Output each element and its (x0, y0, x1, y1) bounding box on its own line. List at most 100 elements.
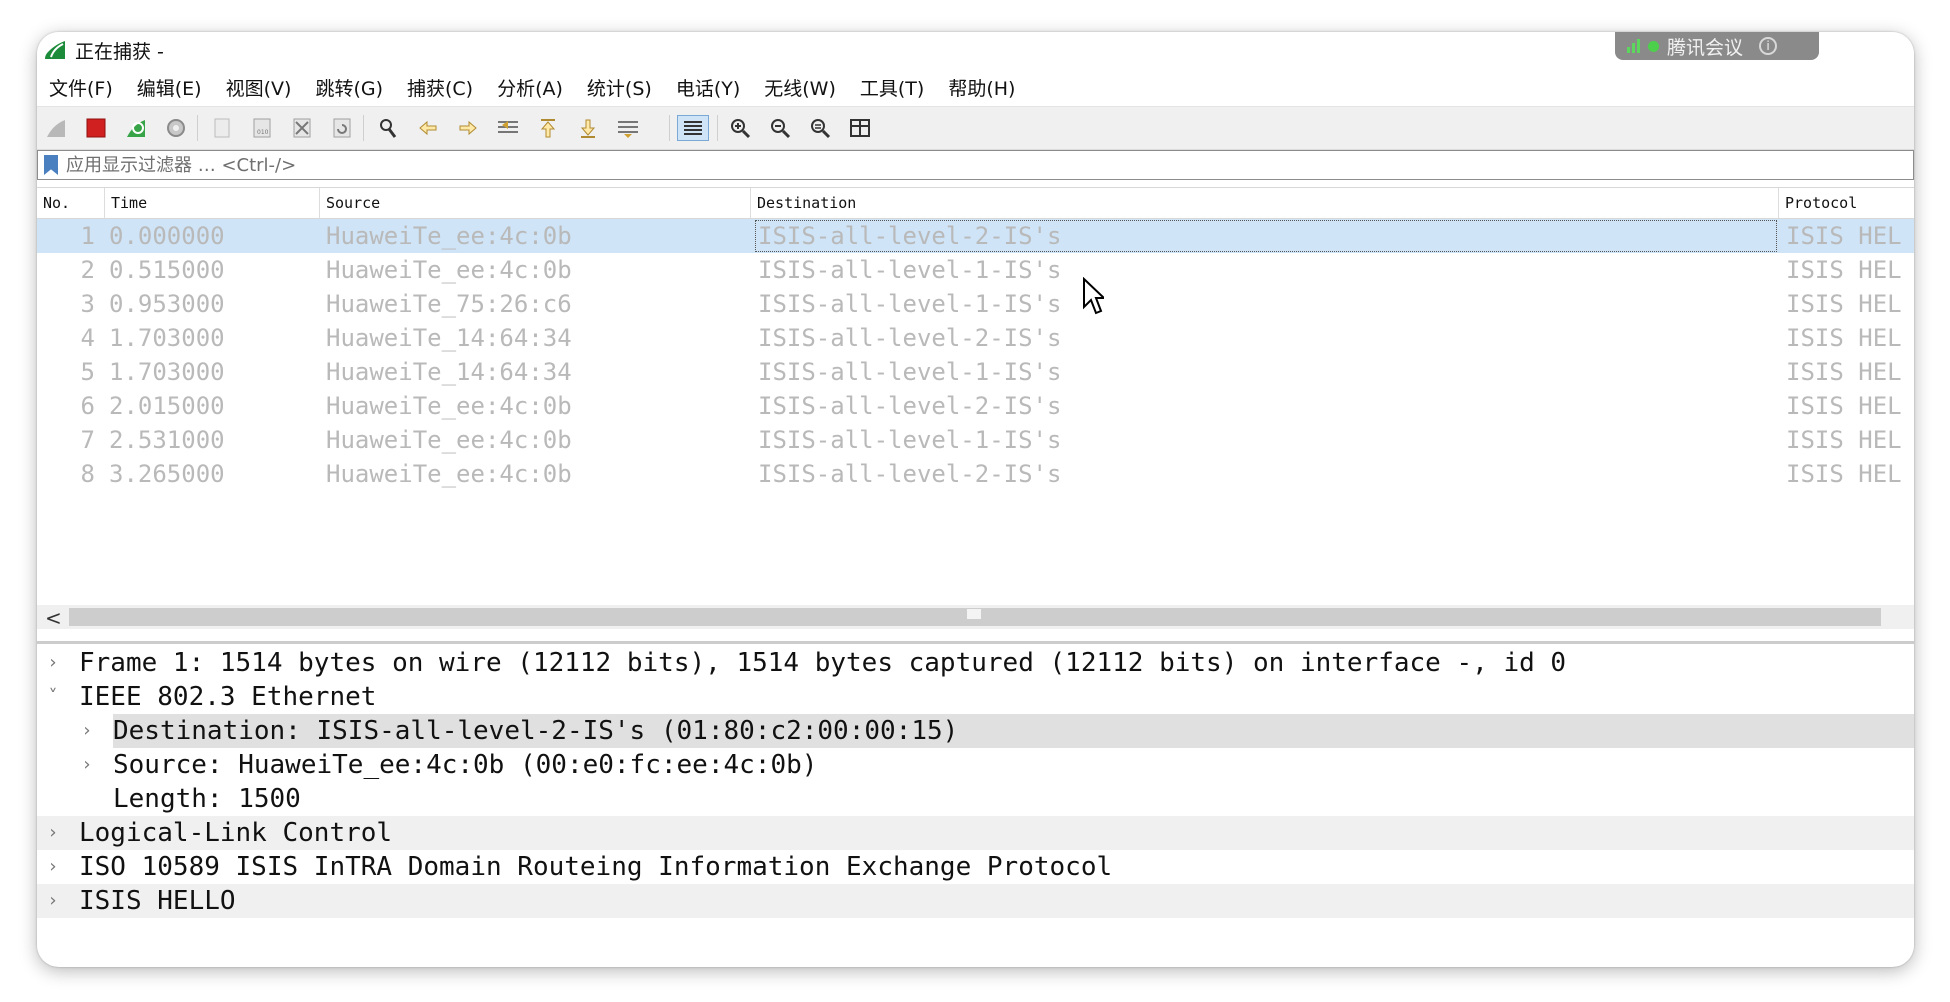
menu-wireless[interactable]: 无线(W) (764, 74, 836, 101)
cell-no: 7 (80, 426, 95, 454)
collapse-arrow-icon[interactable]: ˅ (45, 680, 61, 714)
column-header-source[interactable]: Source (320, 188, 751, 218)
cell-time: 0.953000 (109, 290, 225, 318)
save-file-icon[interactable]: 010 (249, 115, 275, 141)
packet-row[interactable]: 7 2.531000 HuaweiTe_ee:4c:0b ISIS-all-le… (37, 423, 1914, 457)
packet-row[interactable]: 6 2.015000 HuaweiTe_ee:4c:0b ISIS-all-le… (37, 389, 1914, 423)
tree-item-llc[interactable]: › Logical-Link Control (37, 816, 1914, 850)
tree-item-iso10589[interactable]: › ISO 10589 ISIS InTRA Domain Routeing I… (37, 850, 1914, 884)
tree-item-label: Length: 1500 (113, 784, 301, 814)
meeting-badge[interactable]: 腾讯会议 i (1615, 32, 1819, 60)
tree-item-length[interactable]: Length: 1500 (37, 782, 1914, 816)
bookmark-icon[interactable] (44, 155, 58, 175)
tree-item-destination[interactable]: › Destination: ISIS-all-level-2-IS's (01… (83, 714, 1914, 748)
cell-protocol: ISIS HEL (1786, 222, 1902, 250)
tree-item-source[interactable]: › Source: HuaweiTe_ee:4c:0b (00:e0:fc:ee… (37, 748, 1914, 782)
packet-row[interactable]: 2 0.515000 HuaweiTe_ee:4c:0b ISIS-all-le… (37, 253, 1914, 287)
go-to-packet-icon[interactable] (495, 115, 521, 141)
cell-protocol: ISIS HEL (1786, 324, 1902, 352)
column-header-no[interactable]: No. (37, 188, 105, 218)
menu-tools[interactable]: 工具(T) (860, 74, 924, 101)
cell-destination: ISIS-all-level-2-IS's (758, 460, 1062, 488)
expand-arrow-icon[interactable]: › (45, 884, 61, 918)
zoom-normal-icon[interactable] (807, 115, 833, 141)
menu-go[interactable]: 跳转(G) (315, 74, 383, 101)
zoom-in-icon[interactable] (727, 115, 753, 141)
cell-source: HuaweiTe_14:64:34 (326, 358, 572, 386)
packet-row[interactable]: 1 0.000000 HuaweiTe_ee:4c:0b ISIS-all-le… (37, 219, 1914, 253)
expand-arrow-icon[interactable]: › (45, 816, 61, 850)
cell-source: HuaweiTe_ee:4c:0b (326, 460, 572, 488)
horizontal-scrollbar[interactable]: < (37, 605, 1914, 630)
packet-row[interactable]: 8 3.265000 HuaweiTe_ee:4c:0b ISIS-all-le… (37, 457, 1914, 491)
cell-no: 4 (80, 324, 95, 352)
cell-no: 6 (80, 392, 95, 420)
autoscroll-icon[interactable] (615, 115, 641, 141)
cell-destination: ISIS-all-level-1-IS's (758, 256, 1062, 284)
wireshark-fin-icon (45, 41, 65, 59)
cell-source: HuaweiTe_ee:4c:0b (326, 426, 572, 454)
expand-arrow-icon[interactable]: › (45, 850, 61, 884)
close-file-icon[interactable] (289, 115, 315, 141)
resize-columns-icon[interactable] (847, 115, 873, 141)
tree-item-isis-hello[interactable]: › ISIS HELLO (37, 884, 1914, 918)
window-title: 正在捕获 - (75, 41, 164, 63)
restart-capture-icon[interactable] (123, 115, 149, 141)
go-back-icon[interactable] (415, 115, 441, 141)
zoom-out-icon[interactable] (767, 115, 793, 141)
wireshark-window: 正在捕获 - 腾讯会议 i 文件(F) 编辑(E) 视图(V) 跳转(G) 捕获… (37, 32, 1914, 967)
cell-no: 8 (80, 460, 95, 488)
cell-time: 1.703000 (109, 324, 225, 352)
column-header-protocol[interactable]: Protocol (1779, 188, 1914, 218)
display-filter-input[interactable] (66, 151, 1766, 179)
cell-destination: ISIS-all-level-1-IS's (758, 426, 1062, 454)
menu-telephony[interactable]: 电话(Y) (676, 74, 740, 101)
tree-item-label: IEEE 802.3 Ethernet (79, 682, 377, 712)
packet-row[interactable]: 3 0.953000 HuaweiTe_75:26:c6 ISIS-all-le… (37, 287, 1914, 321)
last-packet-icon[interactable] (575, 115, 601, 141)
cell-source: HuaweiTe_14:64:34 (326, 324, 572, 352)
column-header-time[interactable]: Time (105, 188, 320, 218)
cell-no: 2 (80, 256, 95, 284)
colorize-icon[interactable] (677, 115, 709, 141)
main-toolbar: 010 (37, 106, 1914, 150)
svg-text:010: 010 (257, 129, 269, 136)
pane-splitter[interactable] (37, 641, 1914, 644)
column-header-destination[interactable]: Destination (751, 188, 1779, 218)
tree-item-frame[interactable]: › Frame 1: 1514 bytes on wire (12112 bit… (37, 646, 1914, 680)
capture-options-icon[interactable] (163, 115, 189, 141)
cell-no: 3 (80, 290, 95, 318)
cell-protocol: ISIS HEL (1786, 460, 1902, 488)
expand-arrow-icon[interactable]: › (45, 646, 61, 680)
menu-edit[interactable]: 编辑(E) (137, 74, 202, 101)
menu-bar: 文件(F) 编辑(E) 视图(V) 跳转(G) 捕获(C) 分析(A) 统计(S… (37, 68, 1914, 106)
expand-arrow-icon[interactable]: › (79, 714, 95, 748)
scrollbar-grip (967, 609, 981, 619)
expand-arrow-icon[interactable]: › (79, 748, 95, 782)
cell-protocol: ISIS HEL (1786, 256, 1902, 284)
cell-destination: ISIS-all-level-1-IS's (758, 290, 1062, 318)
packet-row[interactable]: 4 1.703000 HuaweiTe_14:64:34 ISIS-all-le… (37, 321, 1914, 355)
menu-statistics[interactable]: 统计(S) (587, 74, 652, 101)
meeting-badge-label: 腾讯会议 (1667, 36, 1744, 59)
menu-analyze[interactable]: 分析(A) (497, 74, 563, 101)
info-icon[interactable]: i (1759, 37, 1778, 55)
cell-no: 5 (80, 358, 95, 386)
menu-view[interactable]: 视图(V) (226, 74, 292, 101)
open-file-icon[interactable] (209, 115, 235, 141)
packet-row[interactable]: 5 1.703000 HuaweiTe_14:64:34 ISIS-all-le… (37, 355, 1914, 389)
find-packet-icon[interactable] (375, 115, 401, 141)
go-forward-icon[interactable] (455, 115, 481, 141)
menu-capture[interactable]: 捕获(C) (407, 74, 473, 101)
status-dot-icon (1648, 40, 1659, 52)
menu-help[interactable]: 帮助(H) (948, 74, 1015, 101)
tree-item-ethernet[interactable]: ˅ IEEE 802.3 Ethernet (37, 680, 1914, 714)
first-packet-icon[interactable] (535, 115, 561, 141)
cell-protocol: ISIS HEL (1786, 358, 1902, 386)
menu-file[interactable]: 文件(F) (49, 74, 113, 101)
start-capture-icon[interactable] (43, 115, 69, 141)
cell-time: 1.703000 (109, 358, 225, 386)
reload-file-icon[interactable] (329, 115, 355, 141)
stop-capture-icon[interactable] (83, 115, 109, 141)
scroll-left-icon[interactable]: < (45, 606, 62, 630)
